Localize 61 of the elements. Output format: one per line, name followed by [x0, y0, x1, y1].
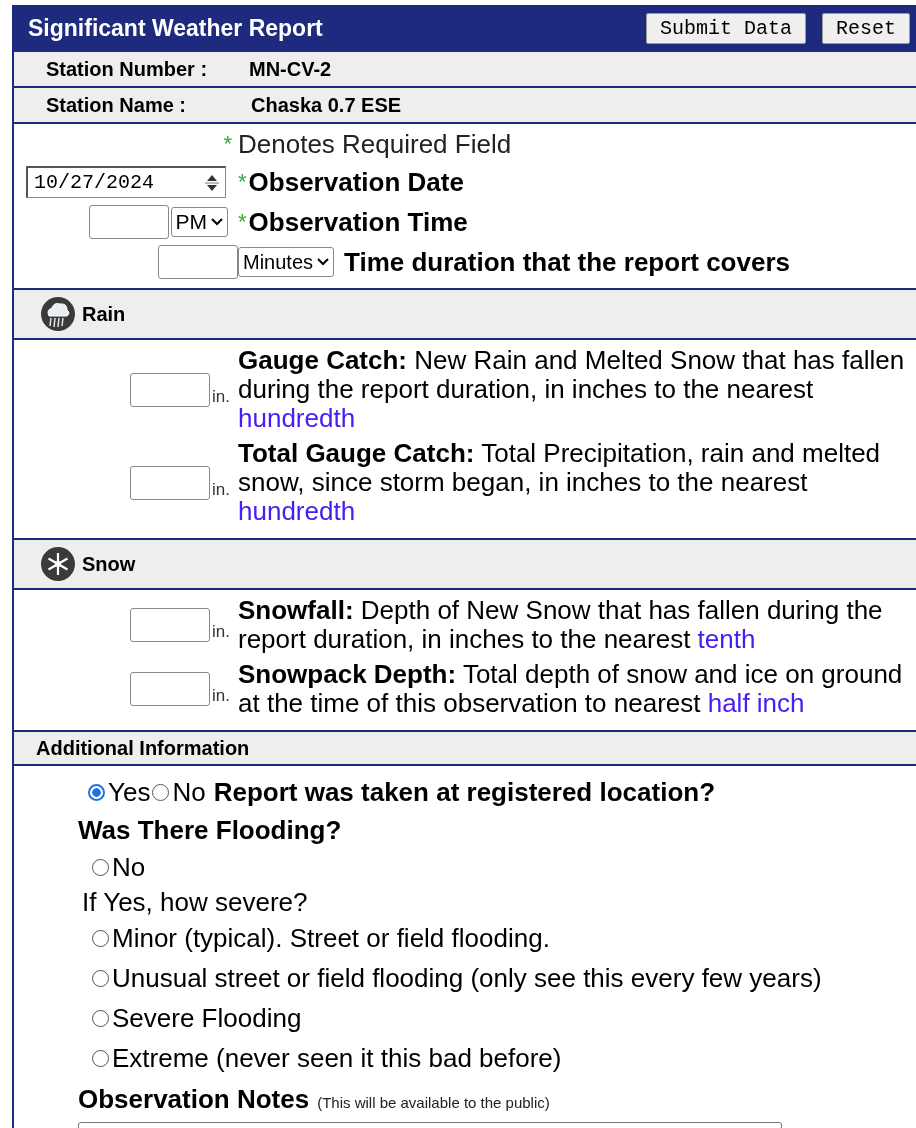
measurement-description: Total Gauge Catch: Total Precipitation, rain and melted snow, since storm began, in inches to the nearest hundredth — [238, 439, 882, 526]
precision-link[interactable]: half inch — [707, 688, 805, 718]
submit-button[interactable]: Submit Data — [645, 13, 806, 44]
radio-button[interactable] — [92, 969, 109, 987]
time-field[interactable] — [88, 205, 169, 239]
snowflake-icon — [40, 546, 76, 582]
radio-button[interactable] — [88, 783, 105, 801]
radio-label: Minor (typical). Street or field flooding. — [112, 922, 550, 954]
question-label: Was There Flooding? — [78, 813, 343, 847]
measurement-description: Snowpack Depth: Total depth of snow and ice on ground at the time of this observation to nearest half inch — [238, 660, 904, 718]
section-title: Additional Information — [36, 736, 250, 760]
radio-label: Extreme (never seen it this bad before) — [112, 1042, 562, 1074]
form-title: Significant Weather Report — [28, 15, 323, 42]
radio-label: No — [172, 776, 206, 808]
measurement-field[interactable] — [130, 608, 211, 642]
radio-label: Unusual street or field flooding (only see this every few years) — [112, 962, 822, 994]
field-label: Observation Date — [248, 166, 464, 198]
section-title: Rain — [82, 302, 126, 326]
question-label: Report was taken at registered location? — [213, 776, 716, 808]
field-label: Time duration that the report covers — [344, 246, 790, 278]
radio-button[interactable] — [92, 858, 109, 876]
severity-prompt: If Yes, how severe? — [81, 886, 309, 918]
radio-button[interactable] — [92, 1009, 109, 1027]
field-label: Observation Time — [248, 206, 468, 238]
required-mark: * — [223, 131, 232, 157]
required-mark: * — [238, 169, 247, 195]
units-select[interactable]: Minutes — [238, 247, 335, 277]
measurement-description: Gauge Catch: New Rain and Melted Snow that has fallen during the report duration, in inches to the nearest hundredth — [238, 346, 906, 433]
chevron-icon — [317, 258, 330, 266]
measurement-field[interactable] — [130, 465, 211, 500]
measurement-field[interactable] — [130, 672, 211, 706]
precision-link[interactable]: hundredth — [238, 403, 356, 433]
date-field[interactable]: 10/27/2024 — [26, 166, 226, 198]
chevron-icon — [211, 218, 223, 226]
radio-label: Yes — [108, 776, 151, 808]
required-note: Denotes Required Field — [238, 128, 512, 160]
ampm-select[interactable]: PM — [170, 207, 228, 237]
precision-link[interactable]: hundredth — [238, 496, 356, 526]
unit-label: in. — [212, 686, 230, 706]
radio-button[interactable] — [92, 1049, 109, 1067]
unit-label: in. — [212, 386, 230, 407]
station-label: Station Number : — [46, 57, 209, 81]
unit-label: in. — [212, 479, 230, 500]
station-value: Chaska 0.7 ESE — [251, 93, 402, 117]
unit-label: in. — [212, 622, 230, 642]
radio-button[interactable] — [152, 783, 170, 801]
precision-link[interactable]: tenth — [697, 624, 756, 654]
radio-button[interactable] — [92, 929, 109, 947]
measurement-field[interactable] — [130, 372, 211, 407]
station-label: Station Name : — [46, 93, 188, 117]
station-value: MN-CV-2 — [249, 57, 332, 81]
section-title: Snow — [82, 552, 136, 576]
radio-label: No — [112, 851, 146, 883]
radio-label: Severe Flooding — [112, 1002, 302, 1034]
rain-cloud-icon — [40, 296, 76, 332]
reset-button[interactable]: Reset — [822, 13, 910, 44]
required-mark: * — [238, 209, 247, 235]
duration-field[interactable] — [158, 245, 238, 279]
notes-hint: (This will be available to the public) — [317, 1093, 550, 1111]
measurement-description: Snowfall: Depth of New Snow that has fallen during the report duration, in inches to the nearest tenth — [238, 596, 884, 654]
notes-label: Observation Notes — [78, 1083, 310, 1115]
